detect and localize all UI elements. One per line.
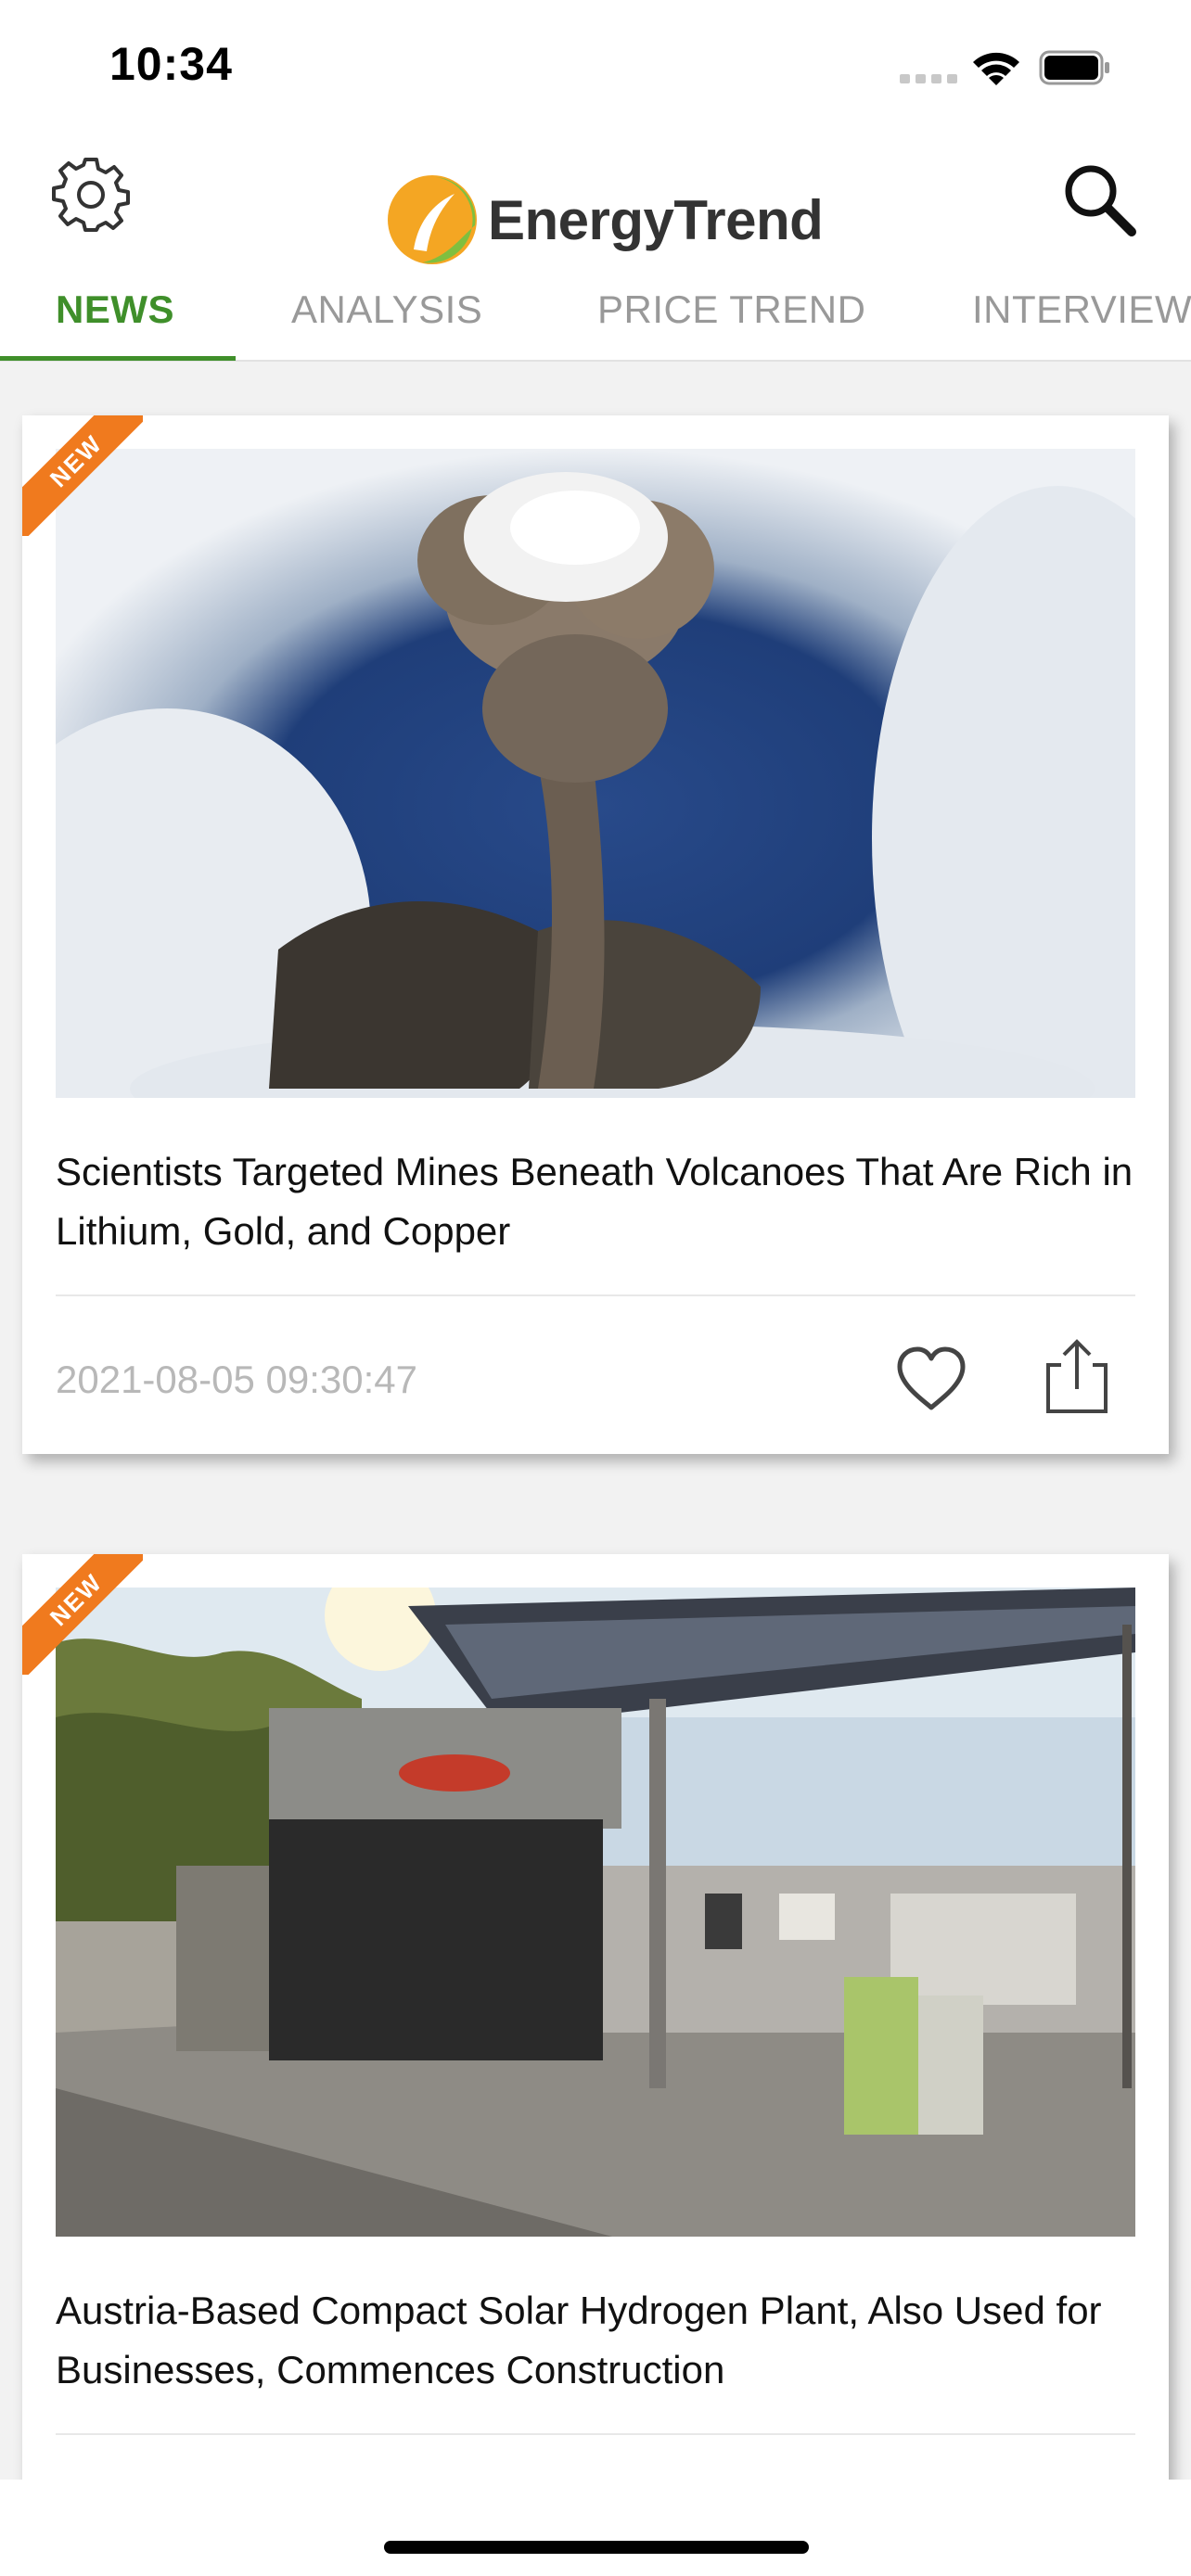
article-date: 2021-08-05 09:30:47	[56, 1358, 417, 1401]
battery-icon	[1039, 50, 1109, 85]
share-icon[interactable]	[1041, 1337, 1113, 1415]
heart-icon[interactable]	[894, 1345, 968, 1413]
status-time: 10:34	[109, 38, 233, 90]
article-title[interactable]: Scientists Targeted Mines Beneath Volcan…	[56, 1142, 1135, 1261]
article-card[interactable]: NEW Scientists Targeted Mines Beneath Vo…	[22, 415, 1169, 1454]
cellular-signal-icon	[900, 72, 959, 83]
article-card[interactable]: NEW Austria-Based Compact Solar Hydrogen…	[22, 1554, 1169, 2576]
new-badge-label: NEW	[44, 1567, 108, 1631]
tab-price-trend[interactable]: PRICE TREND	[597, 287, 865, 332]
new-badge: NEW	[22, 1554, 143, 1675]
app-logo-text: EnergyTrend	[488, 188, 824, 251]
article-thumbnail[interactable]	[56, 449, 1135, 1098]
status-bar: 10:34	[0, 0, 1191, 130]
article-title[interactable]: Austria-Based Compact Solar Hydrogen Pla…	[56, 2281, 1135, 2400]
active-tab-indicator	[0, 356, 236, 361]
article-thumbnail[interactable]	[56, 1588, 1135, 2237]
new-badge-label: NEW	[44, 428, 108, 492]
app-logo: EnergyTrend	[386, 169, 824, 271]
app-header: EnergyTrend NEWS ANALYSIS PRICE TREND IN…	[0, 130, 1191, 362]
gear-icon[interactable]	[52, 158, 130, 236]
home-indicator[interactable]	[384, 2541, 809, 2554]
divider	[56, 1294, 1135, 1296]
tab-interview[interactable]: INTERVIEW	[972, 287, 1191, 332]
home-indicator-area	[0, 2480, 1191, 2576]
tab-news[interactable]: NEWS	[56, 287, 174, 332]
divider	[56, 2433, 1135, 2435]
energytrend-logo-icon	[388, 175, 477, 264]
new-badge: NEW	[22, 415, 143, 536]
search-icon[interactable]	[1057, 158, 1141, 241]
wifi-icon	[973, 52, 1019, 85]
category-tabs: NEWS ANALYSIS PRICE TREND INTERVIEW	[0, 278, 1191, 362]
tab-analysis[interactable]: ANALYSIS	[291, 287, 482, 332]
